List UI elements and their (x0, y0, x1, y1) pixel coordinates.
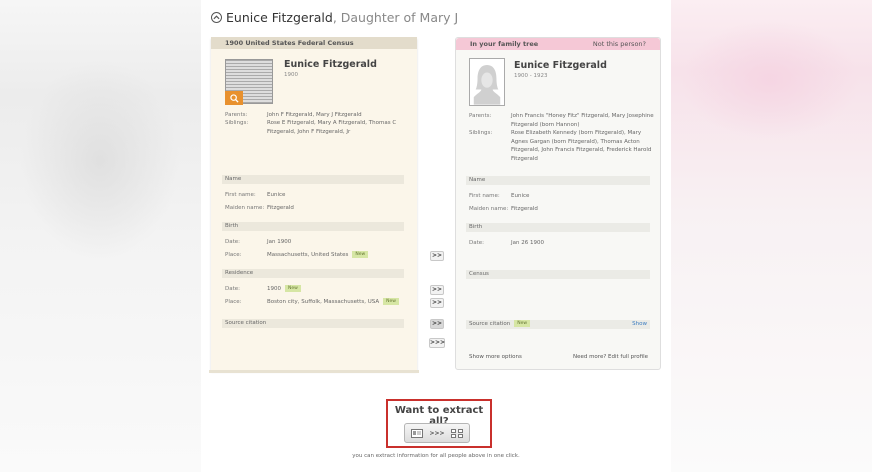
source-citation-label: Source citation (469, 321, 511, 327)
birth-place-label: Place: (225, 252, 242, 258)
birth-place-row: Place: Massachusetts, United States New (225, 251, 410, 260)
record-card-icon (411, 428, 424, 438)
tree-person-dates: 1900 - 1923 (514, 73, 548, 79)
residence-section-header: Residence (222, 269, 404, 278)
transfer-residence-date-button[interactable]: >> (430, 285, 444, 295)
female-silhouette-icon (473, 65, 501, 105)
tree-siblings-row: Siblings: Rose Elizabeth Kennedy (born F… (469, 129, 654, 165)
tree-name-section-header: Name (466, 176, 650, 185)
new-badge: New (285, 285, 301, 292)
birth-date-label: Date: (225, 239, 240, 245)
transfer-source-citation-button[interactable]: >> (430, 319, 444, 329)
residence-place-row: Place: Boston city, Suffolk, Massachuset… (225, 298, 410, 307)
record-source-title: 1900 United States Federal Census (211, 37, 417, 49)
record-panel: 1900 United States Federal Census Eunice… (209, 37, 419, 373)
residence-date-value: 1900 (267, 286, 281, 292)
extract-arrows: >>> (429, 429, 445, 437)
page-header: Eunice Fitzgerald , Daughter of Mary J (211, 10, 458, 25)
record-person-dates: 1900 (284, 72, 298, 78)
source-citation-header: Source citation (222, 319, 404, 328)
parents-label: Parents: (469, 113, 492, 119)
birth-section-header: Birth (222, 222, 404, 231)
transfer-birth-place-button[interactable]: >> (430, 251, 444, 261)
extract-all-box: Want to extract all? >>> (386, 399, 492, 448)
maiden-name-label: Maiden name: (225, 205, 265, 211)
birth-date-row: Date: Jan 1900 (225, 238, 410, 247)
tree-birth-section-header: Birth (466, 223, 650, 232)
siblings-label: Siblings: (469, 130, 493, 136)
family-tree-icon (450, 428, 463, 438)
siblings-value-line1: Rose E Fitzgerald, Mary A Fitzgerald, Th… (267, 120, 397, 126)
edit-full-profile-link[interactable]: Need more? Edit full profile (573, 354, 648, 360)
family-tree-panel: In your family tree Not this person? Eun… (455, 37, 661, 370)
siblings-value-line3: Fitzgerald, John Francis Fitzgerald, Fre… (511, 147, 652, 153)
transfer-all-button[interactable]: >>> (429, 338, 445, 348)
family-tree-title: In your family tree (470, 40, 539, 48)
background-left (0, 0, 205, 472)
tree-census-section-header: Census (466, 270, 650, 279)
residence-place-label: Place: (225, 299, 242, 305)
siblings-value-line1: Rose Elizabeth Kennedy (born Fitzgerald)… (511, 130, 642, 136)
name-section-header: Name (222, 175, 404, 184)
family-tree-header: In your family tree Not this person? (456, 38, 660, 50)
tree-birth-date-row: Date: Jan 26 1900 (469, 239, 654, 248)
residence-place-value-wrap: Boston city, Suffolk, Massachusetts, USA… (267, 298, 399, 307)
parents-value-line1: John Francis "Honey Fitz" Fitzgerald, Ma… (511, 113, 654, 119)
siblings-value-line2: Agnes Gargan (born Fitzgerald), Thomas A… (511, 138, 640, 145)
maiden-name-value: Fitzgerald (511, 206, 538, 212)
record-person-name: Eunice Fitzgerald (284, 59, 377, 70)
new-badge: New (383, 298, 399, 305)
siblings-value-line4: Fitzgerald (511, 155, 538, 162)
tree-parents-row: Parents: John Francis "Honey Fitz" Fitzg… (469, 112, 654, 130)
background-right (670, 0, 872, 472)
first-name-label: First name: (225, 192, 256, 198)
show-citation-link[interactable]: Show (632, 320, 647, 329)
tree-maiden-name-row: Maiden name: Fitzgerald (469, 205, 654, 214)
maiden-name-row: Maiden name: Fitzgerald (225, 204, 410, 213)
siblings-label: Siblings: (225, 120, 249, 126)
residence-date-label: Date: (225, 286, 240, 292)
birth-date-value: Jan 1900 (267, 239, 292, 245)
person-relation: , Daughter of Mary J (332, 10, 459, 25)
maiden-name-label: Maiden name: (469, 206, 509, 212)
record-siblings-row: Siblings: Rose E Fitzgerald, Mary A Fitz… (225, 119, 410, 137)
siblings-value-line2: Fitzgerald, John F Fitzgerald, Jr (267, 128, 351, 135)
birth-date-value: Jan 26 1900 (511, 240, 544, 246)
first-name-value: Eunice (267, 192, 286, 198)
tree-first-name-row: First name: Eunice (469, 192, 654, 201)
birth-place-value-wrap: Massachusetts, United States New (267, 251, 369, 260)
birth-date-label: Date: (469, 240, 484, 246)
residence-place-value: Boston city, Suffolk, Massachusetts, USA (267, 299, 380, 305)
avatar (469, 58, 505, 106)
first-name-label: First name: (469, 193, 500, 199)
new-badge: New (352, 251, 369, 258)
extract-all-description: you can extract information for all peop… (352, 453, 520, 459)
residence-date-value-wrap: 1900 New (267, 285, 301, 294)
first-name-value: Eunice (511, 193, 530, 199)
extract-all-button[interactable]: >>> (404, 423, 470, 443)
not-this-person-link[interactable]: Not this person? (593, 38, 646, 50)
first-name-row: First name: Eunice (225, 191, 410, 200)
tree-person-name[interactable]: Eunice Fitzgerald (514, 60, 607, 71)
zoom-icon[interactable] (225, 91, 243, 105)
show-more-options-link[interactable]: Show more options (469, 354, 522, 360)
residence-date-row: Date: 1900 New (225, 285, 410, 294)
new-badge: New (514, 320, 531, 327)
person-name-title: Eunice Fitzgerald (226, 10, 333, 25)
parents-value-line2: Fitzgerald (born Hannon) (511, 121, 580, 128)
collapse-icon[interactable] (211, 12, 222, 23)
tree-source-citation-header: Source citation New Show (466, 320, 650, 329)
birth-place-value: Massachusetts, United States (267, 252, 349, 258)
maiden-name-value: Fitzgerald (267, 205, 294, 211)
transfer-residence-place-button[interactable]: >> (430, 298, 444, 308)
